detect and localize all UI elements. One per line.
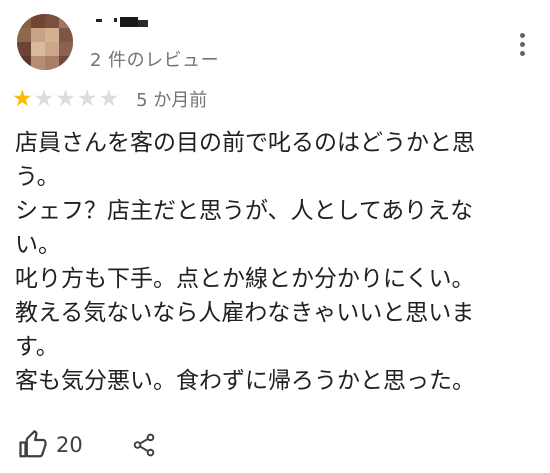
like-button[interactable]: 20	[18, 430, 83, 460]
star-empty-icon: ★	[98, 86, 120, 112]
review-text: 店員さんを客の目の前で叱るのはどうかと思う。 シェフ？店主だと思うが、人としてあ…	[15, 130, 475, 394]
reviewer-name-redacted[interactable]	[94, 17, 150, 29]
thumb-up-icon	[19, 430, 47, 458]
more-dot	[519, 32, 525, 38]
star-empty-icon: ★	[55, 86, 76, 112]
more-dot	[519, 41, 525, 47]
star-filled-icon: ★	[12, 86, 33, 112]
star-empty-icon: ★	[76, 86, 98, 112]
review-card: 2 件のレビュー ★ ★ ★ ★ ★ 5 か月前 店員さんを客の目の前で叱るのは…	[0, 0, 550, 473]
more-vert-icon[interactable]	[510, 28, 534, 60]
reviewer-review-count[interactable]: 2 件のレビュー	[90, 46, 219, 72]
review-actions: 20	[18, 425, 157, 465]
star-empty-icon: ★	[33, 86, 55, 112]
share-button[interactable]	[131, 431, 157, 459]
avatar-image	[17, 14, 73, 70]
share-icon	[133, 433, 155, 457]
like-count: 20	[56, 433, 83, 457]
more-dot	[519, 50, 525, 56]
avatar[interactable]	[17, 14, 73, 70]
review-date: 5 か月前	[136, 90, 208, 111]
rating-row: ★ ★ ★ ★ ★ 5 か月前	[12, 86, 207, 112]
